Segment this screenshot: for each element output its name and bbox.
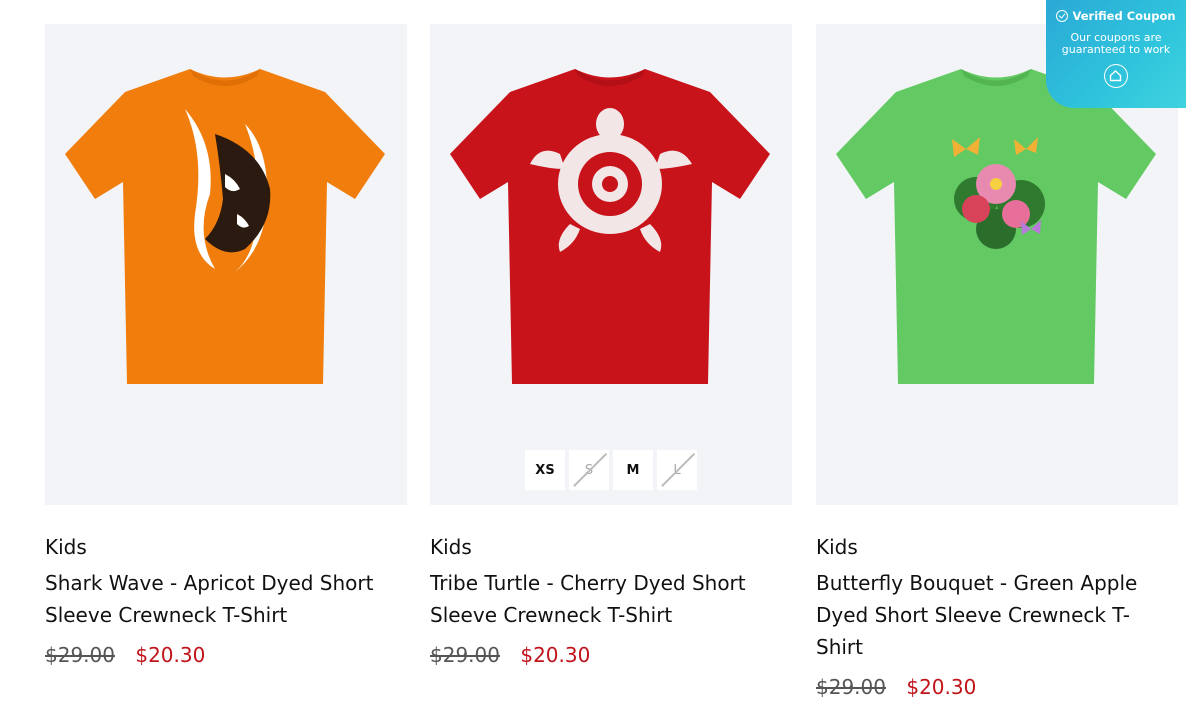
tshirt-image <box>450 69 770 384</box>
product-category: Kids <box>816 535 858 559</box>
sale-price: $20.30 <box>135 643 206 667</box>
sale-price: $20.30 <box>520 643 591 667</box>
product-card[interactable]: XS S M L Kids Tribe Turtle - Cherry Dyed… <box>430 24 792 669</box>
original-price: $29.00 <box>45 643 115 667</box>
price-row: $29.00 $20.30 <box>45 641 407 669</box>
size-option-m[interactable]: M <box>613 450 653 490</box>
size-option-xs[interactable]: XS <box>525 450 565 490</box>
home-icon[interactable] <box>1104 64 1128 88</box>
size-option-s[interactable]: S <box>569 450 609 490</box>
price-row: $29.00 $20.30 <box>816 673 1178 701</box>
verified-coupon-badge[interactable]: Verified Coupon Our coupons are guarante… <box>1046 0 1186 108</box>
check-circle-icon <box>1056 10 1069 22</box>
sale-price: $20.30 <box>906 675 977 699</box>
product-category: Kids <box>430 535 472 559</box>
product-card[interactable]: Kids Butterfly Bouquet - Green Apple Dye… <box>816 24 1178 701</box>
product-image[interactable] <box>45 24 407 505</box>
original-price: $29.00 <box>430 643 500 667</box>
size-selector: XS S M L <box>525 450 697 490</box>
product-title[interactable]: Shark Wave - Apricot Dyed Short Sleeve C… <box>45 567 405 631</box>
original-price: $29.00 <box>816 675 886 699</box>
badge-title: Verified Coupon <box>1072 9 1176 23</box>
product-category: Kids <box>45 535 87 559</box>
product-image[interactable]: XS S M L <box>430 24 792 505</box>
badge-subtitle: Our coupons are guaranteed to work <box>1061 31 1171 56</box>
product-title[interactable]: Tribe Turtle - Cherry Dyed Short Sleeve … <box>430 567 790 631</box>
product-title[interactable]: Butterfly Bouquet - Green Apple Dyed Sho… <box>816 567 1176 663</box>
product-card[interactable]: Kids Shark Wave - Apricot Dyed Short Sle… <box>45 24 407 669</box>
price-row: $29.00 $20.30 <box>430 641 792 669</box>
tshirt-image <box>65 69 385 384</box>
badge-header: Verified Coupon <box>1046 9 1186 23</box>
product-grid: Kids Shark Wave - Apricot Dyed Short Sle… <box>45 24 1178 699</box>
size-option-l[interactable]: L <box>657 450 697 490</box>
